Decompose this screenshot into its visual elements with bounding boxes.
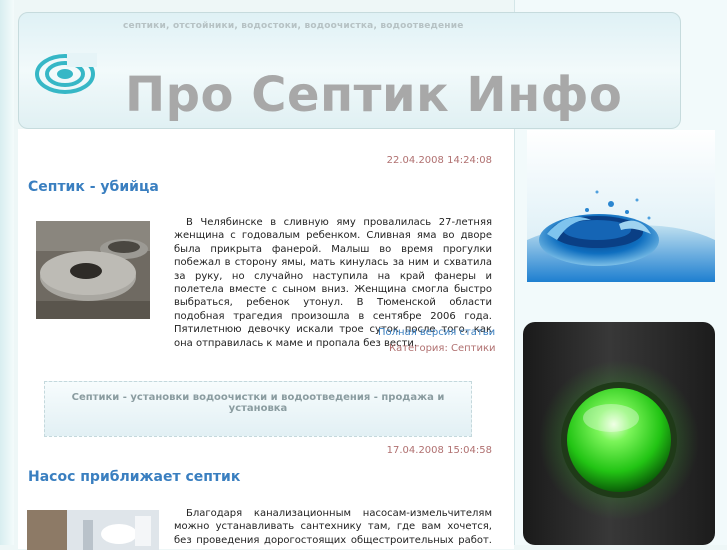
article-title[interactable]: Насос приближает септик [28,469,240,485]
concrete-ring-image [36,221,150,319]
water-splash-image [527,130,715,282]
category-label: Категория: [389,343,448,354]
promo-banner-text: Септики - установки водоочистки и водоот… [71,392,445,414]
article-title[interactable]: Септик - убийца [28,179,159,195]
site-tagline: септики, отстойники, водостоки, водоочис… [123,21,464,31]
page-left-border [0,0,14,545]
bathroom-pump-image [27,510,159,550]
spiral-logo-icon[interactable] [33,49,97,99]
main-content: 22.04.2008 14:24:08 Септик - убийца В Че… [18,129,514,550]
article-date: 22.04.2008 14:24:08 [386,155,492,166]
green-round-button-icon [539,360,699,520]
green-button-image [523,322,715,545]
article-thumbnail-image [36,221,150,319]
article-date: 17.04.2008 15:04:58 [386,445,492,456]
promo-banner[interactable]: Септики - установки водоочистки и водоот… [44,381,472,437]
category-link[interactable]: Септики [451,343,496,354]
site-header: септики, отстойники, водостоки, водоочис… [18,12,681,129]
water-splash-icon [527,190,715,282]
article-thumbnail-image [27,510,159,550]
article-category: Категория: Септики [389,343,496,354]
article-body: Благодаря канализационным насосам-измель… [174,508,492,546]
site-title[interactable]: Про Септик Инфо [125,67,622,123]
full-article-link[interactable]: Полная версия статьи [378,327,495,338]
